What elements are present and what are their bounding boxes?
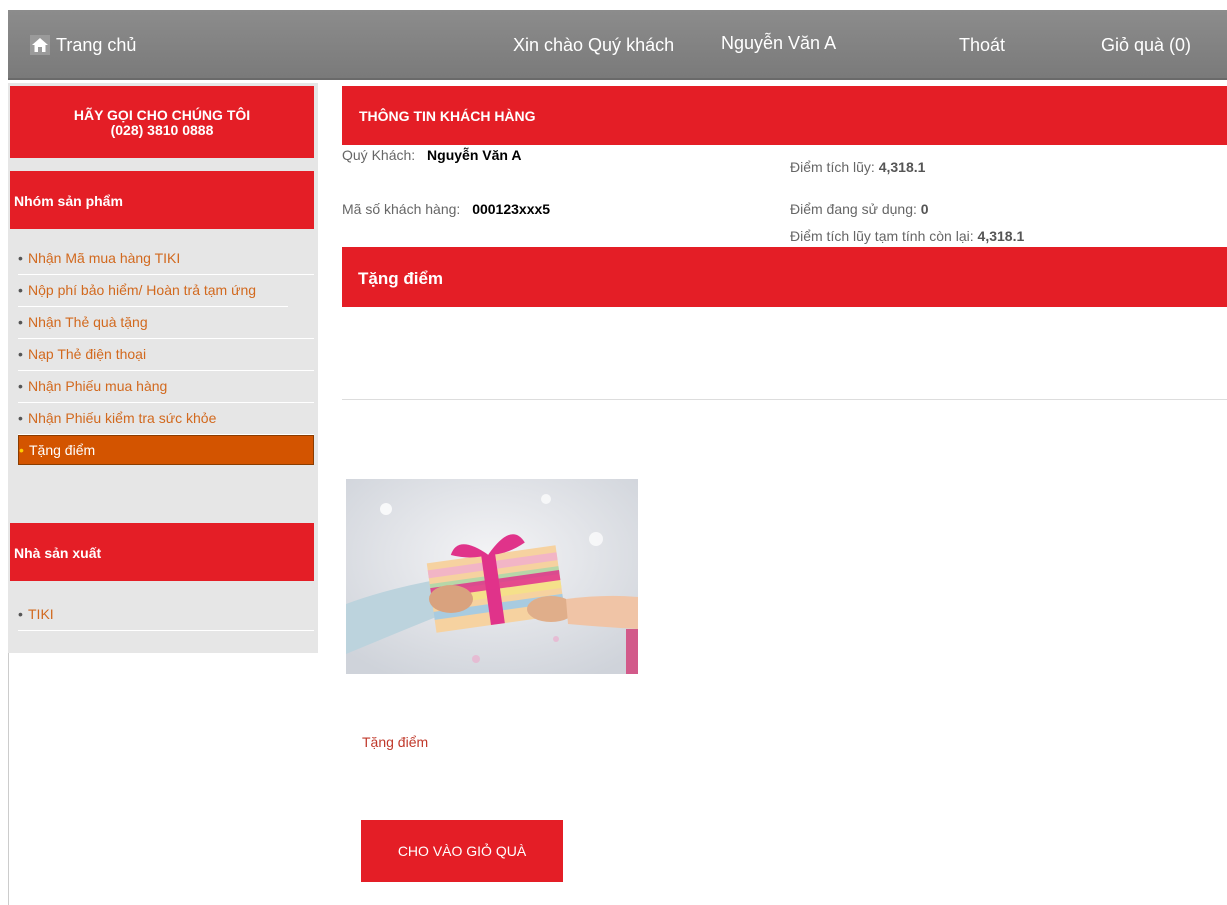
sidebar-item-health-check[interactable]: Nhận Phiếu kiểm tra sức khỏe	[18, 403, 314, 435]
home-label: Trang chủ	[56, 34, 137, 55]
sidebar-item-donate-points[interactable]: Tặng điểm	[18, 435, 314, 465]
customer-name-label: Quý Khách:	[342, 147, 416, 163]
customer-name-value: Nguyễn Văn A	[427, 147, 522, 163]
remaining-points-value: 4,318.1	[977, 228, 1025, 244]
sidebar: HÃY GỌI CHO CHÚNG TÔI (028) 3810 0888 Nh…	[8, 83, 318, 653]
top-navigation-bar: Trang chủ Xin chào Quý khách Nguyễn Văn …	[8, 10, 1227, 80]
remaining-points-label: Điểm tích lũy tạm tính còn lại:	[790, 228, 974, 244]
sidebar-item-tiki-code[interactable]: Nhận Mã mua hàng TIKI	[18, 243, 314, 275]
sidebar-item-tiki[interactable]: TIKI	[18, 599, 314, 631]
gift-cart-link[interactable]: Giỏ quà (0)	[1101, 35, 1191, 56]
product-section-header: Tặng điểm	[342, 247, 1227, 307]
used-points-value: 0	[920, 201, 929, 217]
manufacturer-header: Nhà sản xuất	[10, 523, 314, 581]
customer-info-header: THÔNG TIN KHÁCH HÀNG	[342, 86, 1227, 145]
hotline-number: (028) 3810 0888	[110, 122, 214, 138]
customer-name-row: Quý Khách: Nguyễn Văn A	[342, 147, 521, 163]
points-value: 4,318.1	[878, 159, 926, 175]
home-icon	[30, 35, 50, 55]
customer-id-row: Mã số khách hàng: 000123xxx5	[342, 201, 550, 217]
used-points-label: Điểm đang sử dụng:	[790, 201, 917, 217]
customer-id-value: 000123xxx5	[472, 201, 551, 217]
manufacturer-list: TIKI	[18, 599, 314, 631]
points-label: Điểm tích lũy:	[790, 159, 875, 175]
customer-id-label: Mã số khách hàng:	[342, 201, 461, 217]
greeting-text: Xin chào Quý khách	[513, 35, 675, 55]
remaining-points-row: Điểm tích lũy tạm tính còn lại: 4,318.1	[790, 228, 1024, 244]
left-border-line	[8, 653, 9, 905]
hotline-title: HÃY GỌI CHO CHÚNG TÔI	[73, 107, 251, 123]
sidebar-item-insurance[interactable]: Nộp phí bảo hiểm/ Hoàn trả tạm ứng	[18, 275, 288, 307]
gift-image[interactable]	[346, 479, 638, 674]
home-link[interactable]: Trang chủ	[30, 33, 136, 57]
gift-name-link[interactable]: Tặng điểm	[362, 734, 428, 750]
product-group-list: Nhận Mã mua hàng TIKI Nộp phí bảo hiểm/ …	[18, 243, 314, 465]
divider	[342, 399, 1227, 400]
hotline-box: HÃY GỌI CHO CHÚNG TÔI (028) 3810 0888	[10, 86, 314, 158]
used-points-row: Điểm đang sử dụng: 0	[790, 201, 929, 217]
add-to-gift-cart-button[interactable]: CHO VÀO GIỎ QUÀ	[361, 820, 563, 882]
sidebar-item-phone-topup[interactable]: Nạp Thẻ điện thoại	[18, 339, 314, 371]
points-row: Điểm tích lũy: 4,318.1	[790, 159, 925, 175]
sidebar-item-gift-card[interactable]: Nhận Thẻ quà tặng	[18, 307, 314, 339]
username-text: Nguyễn Văn A	[721, 33, 837, 53]
product-group-header: Nhóm sản phẩm	[10, 171, 314, 229]
sidebar-item-voucher[interactable]: Nhận Phiếu mua hàng	[18, 371, 314, 403]
logout-link[interactable]: Thoát	[959, 35, 1005, 56]
